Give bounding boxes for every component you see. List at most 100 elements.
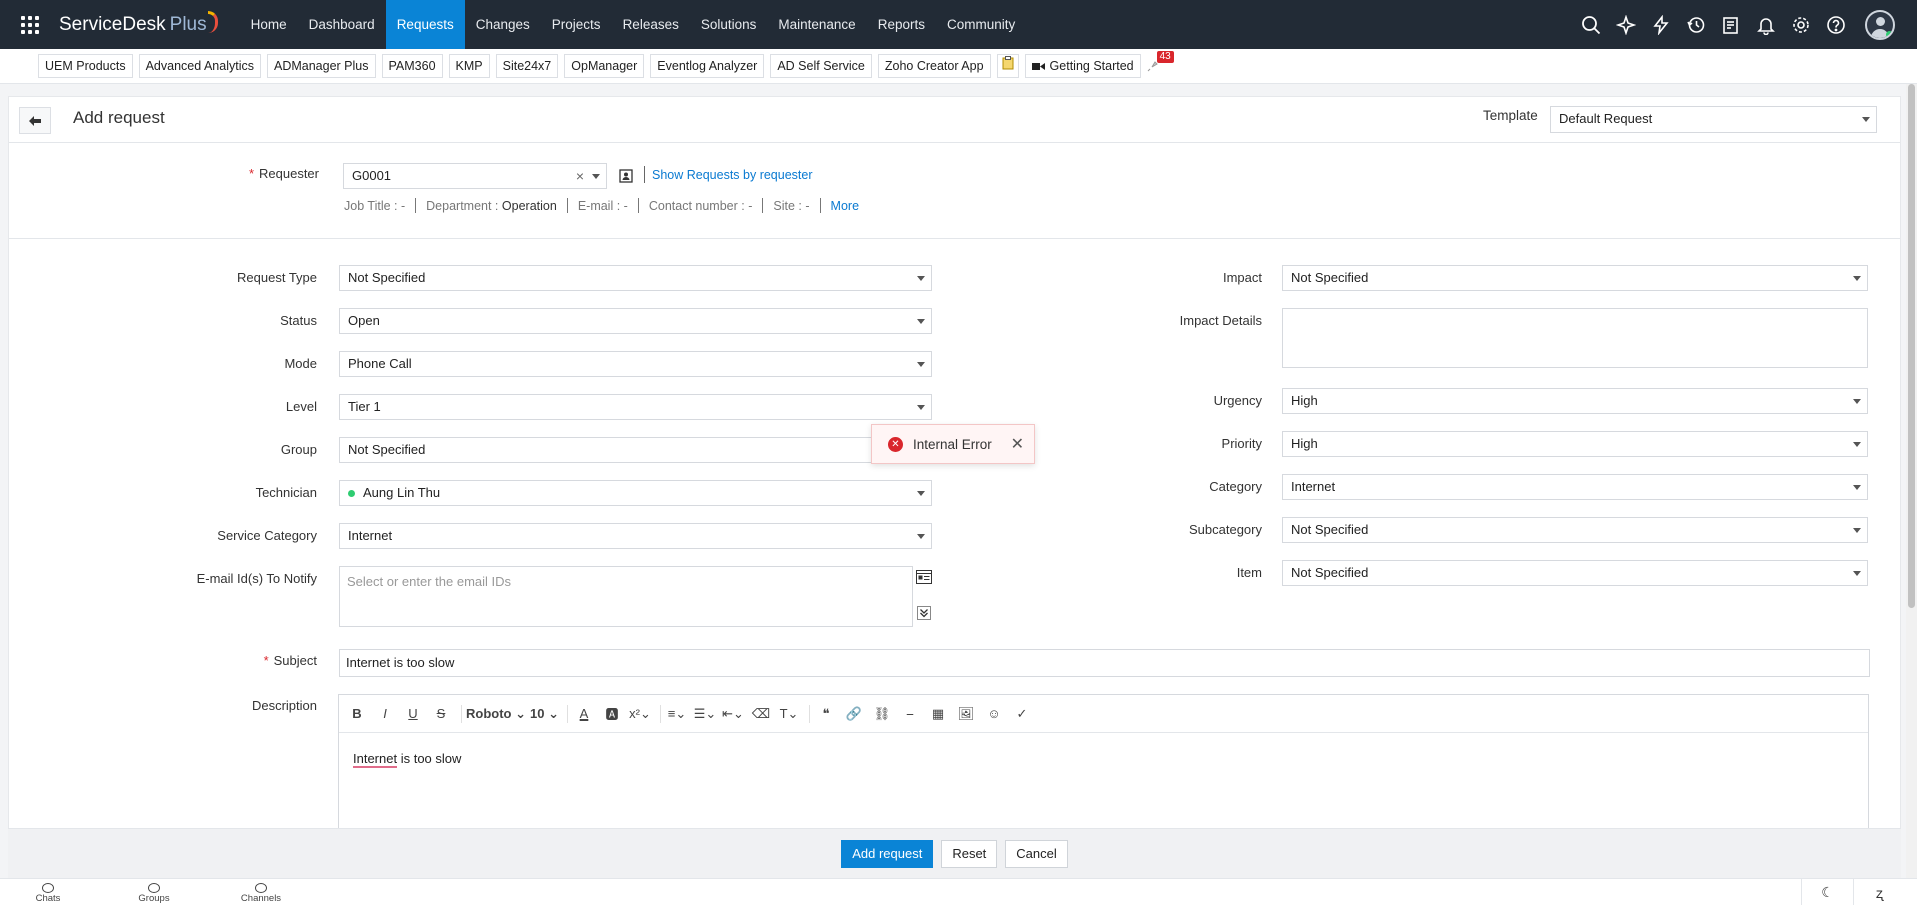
table-icon[interactable]: ▦ <box>926 702 950 726</box>
strikethrough-icon[interactable]: S <box>429 702 453 726</box>
impact-details-input[interactable] <box>1282 308 1868 368</box>
notify-email-input[interactable]: Select or enter the email IDs <box>339 566 913 627</box>
description-editor[interactable]: B I U S Roboto ⌄ 10 ⌄ A 🅰 x²⌄ ≡⌄ ☰⌄ ⇤⌄ ⌫… <box>338 694 1869 829</box>
link-icon[interactable]: 🔗 <box>842 702 866 726</box>
getting-started-button[interactable]: Getting Started <box>1024 54 1141 78</box>
category-select[interactable]: Internet <box>1282 474 1868 500</box>
editor-content[interactable]: Internet is too slow <box>339 733 1868 784</box>
italic-icon[interactable]: I <box>373 702 397 726</box>
nav-dashboard[interactable]: Dashboard <box>298 0 386 49</box>
service-category-select[interactable]: Internet <box>339 523 932 549</box>
nav-releases[interactable]: Releases <box>612 0 690 49</box>
nav-solutions[interactable]: Solutions <box>690 0 768 49</box>
superscript-icon[interactable]: x²⌄ <box>628 702 652 726</box>
chats-button[interactable]: Chats <box>18 883 78 904</box>
show-requests-link[interactable]: Show Requests by requester <box>652 168 813 182</box>
request-type-select[interactable]: Not Specified <box>339 265 932 291</box>
add-request-button[interactable]: Add request <box>841 839 934 868</box>
indent-icon[interactable]: ⇤⌄ <box>721 702 745 726</box>
channels-button[interactable]: Channels <box>231 883 291 904</box>
app-grid-icon[interactable] <box>21 15 39 34</box>
bold-icon[interactable]: B <box>345 702 369 726</box>
status-value: Open <box>348 313 380 328</box>
email-value: - <box>623 198 628 213</box>
technician-select[interactable]: Aung Lin Thu <box>339 480 932 506</box>
unlink-icon[interactable]: ⛓ <box>870 702 894 726</box>
nav-requests[interactable]: Requests <box>385 0 465 49</box>
image-icon[interactable]: 🖼 <box>954 702 978 726</box>
bell-icon[interactable] <box>1748 0 1783 49</box>
more-link[interactable]: More <box>831 199 859 213</box>
pin-icon[interactable]: 43 <box>1147 51 1174 78</box>
quote-icon[interactable]: ❝ <box>814 702 838 726</box>
cancel-button[interactable]: Cancel <box>1005 839 1068 868</box>
history-icon[interactable] <box>1678 0 1713 49</box>
urgency-select[interactable]: High <box>1282 388 1868 414</box>
app-opmanager[interactable]: OpManager <box>564 54 645 78</box>
app-advanced-analytics[interactable]: Advanced Analytics <box>138 54 261 78</box>
close-icon[interactable]: ✕ <box>1011 434 1024 454</box>
app-site24x7[interactable]: Site24x7 <box>495 54 559 78</box>
contact-card-icon[interactable] <box>617 167 635 185</box>
status-select[interactable]: Open <box>339 308 932 334</box>
scrollbar-thumb[interactable] <box>1908 84 1915 608</box>
address-book-icon[interactable] <box>915 568 933 586</box>
horizontal-rule-icon[interactable]: ⎯ <box>898 702 922 726</box>
font-family-select[interactable]: Roboto ⌄ <box>466 702 526 726</box>
sparkle-icon[interactable] <box>1608 0 1643 49</box>
nav-maintenance[interactable]: Maintenance <box>767 0 866 49</box>
group-select[interactable]: Not Specified <box>339 437 932 463</box>
expand-down-icon[interactable] <box>915 604 933 622</box>
item-select[interactable]: Not Specified <box>1282 560 1868 586</box>
nav-reports[interactable]: Reports <box>867 0 936 49</box>
priority-select[interactable]: High <box>1282 431 1868 457</box>
reset-button[interactable]: Reset <box>941 839 998 868</box>
text-direction-icon[interactable]: T⌄ <box>777 702 801 726</box>
underline-icon[interactable]: U <box>401 702 425 726</box>
department-value: Operation <box>501 198 557 213</box>
font-size-select[interactable]: 10 ⌄ <box>530 702 559 726</box>
app-ad-self-service[interactable]: AD Self Service <box>770 54 872 78</box>
app-pam360[interactable]: PAM360 <box>381 54 443 78</box>
spellcheck-icon[interactable]: ✓ <box>1010 702 1034 726</box>
lightning-icon[interactable] <box>1643 0 1678 49</box>
align-icon[interactable]: ≡⌄ <box>665 702 689 726</box>
app-uem-products[interactable]: UEM Products <box>38 54 133 78</box>
requester-select[interactable]: G0001 × <box>343 163 607 189</box>
help-icon[interactable] <box>1818 0 1853 49</box>
nav-home[interactable]: Home <box>240 0 298 49</box>
template-select[interactable]: Default Request <box>1550 106 1877 133</box>
clear-icon[interactable]: × <box>576 164 584 188</box>
user-avatar[interactable] <box>1865 9 1895 40</box>
clipboard-icon[interactable] <box>996 54 1019 78</box>
mode-select[interactable]: Phone Call <box>339 351 932 377</box>
gear-icon[interactable] <box>1783 0 1818 49</box>
subject-input[interactable]: Internet is too slow <box>339 649 1870 677</box>
highlight-icon[interactable]: 🅰 <box>600 702 624 726</box>
level-select[interactable]: Tier 1 <box>339 394 932 420</box>
zia-icon[interactable]: ʐ <box>1853 879 1905 905</box>
search-icon[interactable] <box>1573 0 1608 49</box>
notes-icon[interactable] <box>1713 0 1748 49</box>
eraser-icon[interactable]: ⌫ <box>749 702 773 726</box>
online-dot-icon <box>348 490 355 497</box>
dark-mode-icon[interactable]: ☾ <box>1801 879 1853 905</box>
app-kmp[interactable]: KMP <box>448 54 490 78</box>
app-admanager-plus[interactable]: ADManager Plus <box>267 54 376 78</box>
chevron-down-icon <box>1853 276 1861 281</box>
nav-projects[interactable]: Projects <box>541 0 612 49</box>
app-eventlog-analyzer[interactable]: Eventlog Analyzer <box>650 54 765 78</box>
app-zoho-creator[interactable]: Zoho Creator App <box>877 54 991 78</box>
chat-icon <box>42 883 54 893</box>
nav-community[interactable]: Community <box>936 0 1026 49</box>
subcategory-select[interactable]: Not Specified <box>1282 517 1868 543</box>
list-icon[interactable]: ☰⌄ <box>693 702 717 726</box>
page-scrollbar[interactable] <box>1906 84 1917 878</box>
nav-changes[interactable]: Changes <box>465 0 541 49</box>
groups-button[interactable]: Groups <box>124 883 184 904</box>
back-button[interactable] <box>19 107 51 134</box>
brand-logo[interactable]: ServiceDesk Plus <box>59 10 218 36</box>
impact-select[interactable]: Not Specified <box>1282 265 1868 291</box>
emoji-icon[interactable]: ☺ <box>982 702 1006 726</box>
text-color-icon[interactable]: A <box>572 702 596 726</box>
